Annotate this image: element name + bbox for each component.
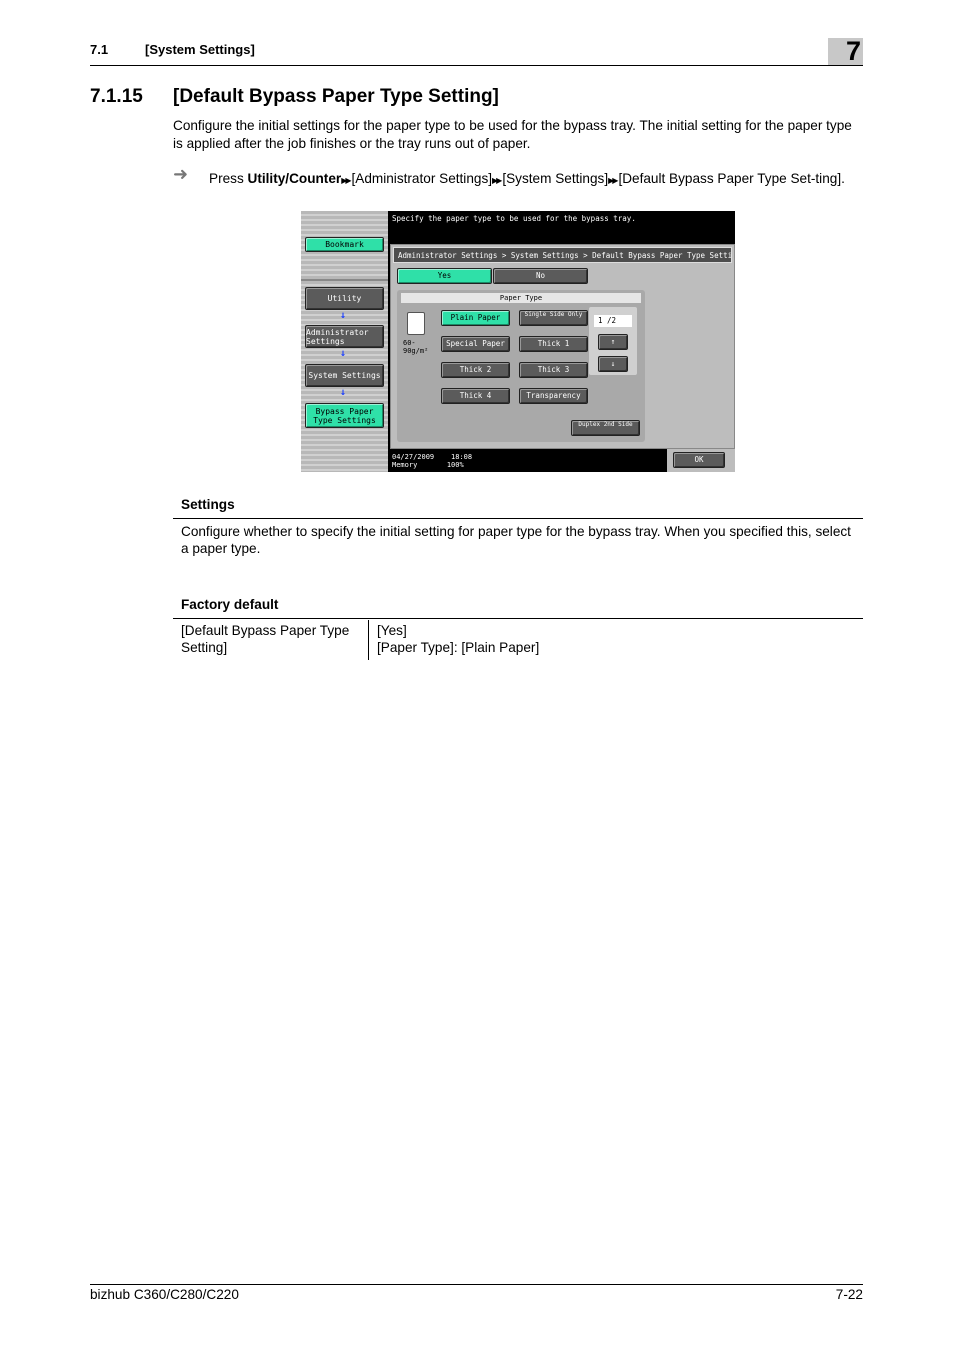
paper-special-paper[interactable]: Special Paper [441,336,510,352]
control-panel-screenshot: Bookmark Utility ↓ Administrator Setting… [301,211,735,472]
paper-single-side-only[interactable]: Single Side Only [519,310,588,326]
status-time: 18:08 [451,453,473,461]
section-number: 7.1.15 [90,86,143,107]
ok-button[interactable]: OK [673,452,725,468]
nav-utility[interactable]: Utility [305,287,384,310]
screen-message: Specify the paper type to be used for th… [388,211,735,243]
step-press: Press [209,171,248,186]
nav-system-settings[interactable]: System Settings [305,364,384,387]
footer-rule [90,1284,863,1285]
down-arrow-icon: ↓ [340,348,347,359]
header-section-number: 7.1 [90,42,109,57]
footer-page-number: 7-22 [835,1287,863,1302]
settings-panel: Administrator Settings > System Settings… [390,244,735,449]
nav-administrator-settings[interactable]: Administrator Settings [305,325,384,348]
paper-weight: 60- 90g/m² [403,339,429,355]
table-divider [368,620,369,660]
yes-button[interactable]: Yes [397,268,492,284]
factory-default-heading: Factory default [181,597,279,612]
paper-thick-2[interactable]: Thick 2 [441,362,510,378]
header-section-title: [System Settings] [145,42,255,57]
paper-plain-paper[interactable]: Plain Paper [441,310,510,326]
step-arrow-icon: ➜ [173,164,189,184]
status-date: 04/27/2009 [392,453,435,461]
paper-thick-1[interactable]: Thick 1 [519,336,588,352]
page-indicator: 1 /2 [594,315,632,327]
factory-default-value-line: [Paper Type]: [Plain Paper] [377,640,540,655]
header-rule [90,65,863,66]
path-separator-icon: ▶▶ [341,176,351,185]
section-title: [Default Bypass Paper Type Setting] [173,86,499,107]
no-button[interactable]: No [493,268,588,284]
step-key: Utility/Counter [247,171,342,186]
memory-value: 100% [446,461,464,469]
down-arrow-icon: ↓ [340,310,347,321]
settings-heading: Settings [181,497,235,512]
paper-thick-4[interactable]: Thick 4 [441,388,510,404]
screen-breadcrumb: Administrator Settings > System Settings… [393,247,732,263]
nav-bypass-paper-type-settings[interactable]: Bypass Paper Type Settings [305,403,384,428]
settings-text: Configure whether to specify the initial… [181,524,851,556]
path-separator-icon: ▶▶ [608,176,618,185]
page-down-button[interactable]: ↓ [598,356,628,372]
factory-default-item: [Default Bypass Paper Type Setting] [181,623,350,655]
paper-type-header: Paper Type [401,293,641,303]
factory-default-value: [Yes] [Paper Type]: [Plain Paper] [377,622,539,656]
footer-product: bizhub C360/C280/C220 [90,1287,239,1302]
paper-sheet-icon [407,312,425,335]
settings-rule [173,518,863,519]
left-nav-pane: Bookmark Utility ↓ Administrator Setting… [301,211,388,472]
page-up-button[interactable]: ↑ [598,334,628,350]
duplex-2nd-side-button[interactable]: Duplex 2nd Side [571,420,640,436]
step-instruction: Press Utility/Counter▶▶ [Administrator Se… [209,170,865,190]
memory-label: Memory [392,461,418,469]
step-path-2: [System Settings] [502,171,609,186]
path-separator-icon: ▶▶ [492,176,502,185]
intro-paragraph: Configure the initial settings for the p… [173,118,852,151]
bookmark-button[interactable]: Bookmark [305,237,384,252]
left-pane-divider [301,279,388,281]
paper-transparency[interactable]: Transparency [519,388,588,404]
ok-area: OK [667,449,735,472]
paper-thick-3[interactable]: Thick 3 [519,362,588,378]
down-arrow-icon: ↓ [610,359,616,368]
status-datetime: 04/27/2009 18:08 Memory 100% [392,453,472,469]
status-bar: 04/27/2009 18:08 Memory 100% OK [388,449,735,472]
page-navigator: 1 /2 ↑ ↓ [589,307,637,375]
up-arrow-icon: ↑ [610,337,616,346]
factory-default-value-line: [Yes] [377,623,407,638]
step-path-3: [Default Bypass Paper Type Set-ting]. [618,171,845,186]
step-path-1: [Administrator Settings] [351,171,493,186]
down-arrow-icon: ↓ [340,387,347,398]
factory-default-rule [173,618,863,619]
chapter-number: 7 [845,36,861,66]
